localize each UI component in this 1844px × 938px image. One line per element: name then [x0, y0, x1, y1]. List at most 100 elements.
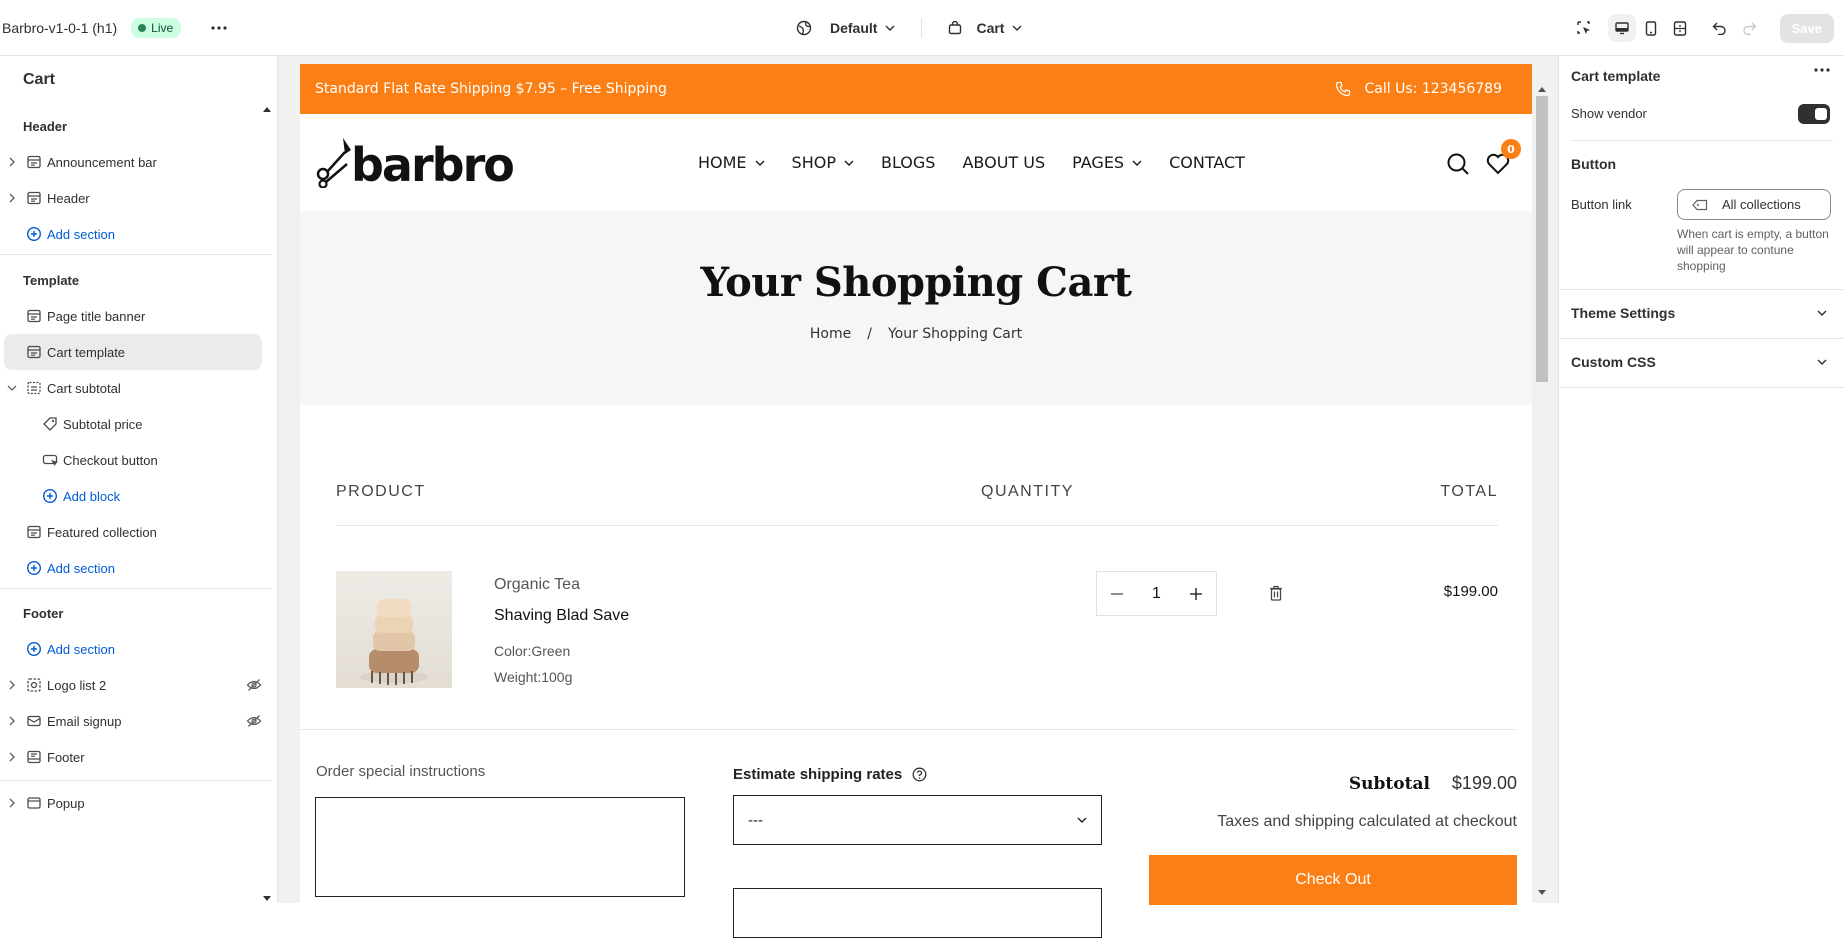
quantity-value[interactable]: 1 — [1152, 585, 1161, 603]
scroll-thumb[interactable] — [1536, 96, 1548, 382]
theme-select[interactable]: Default — [790, 12, 901, 44]
chevron-right-icon[interactable] — [6, 715, 18, 727]
chevron-right-icon[interactable] — [6, 679, 18, 691]
nav-label: ABOUT US — [962, 153, 1046, 172]
product-image[interactable] — [336, 571, 452, 688]
add-section-button[interactable]: Add section — [4, 216, 262, 252]
breadcrumb-home-link[interactable]: Home — [810, 326, 851, 342]
button-link-help: When cart is empty, a button will appear… — [1677, 227, 1829, 273]
chevron-down-icon — [1077, 817, 1087, 823]
preview-scrollbar[interactable] — [1534, 56, 1554, 903]
show-vendor-label: Show vendor — [1571, 106, 1647, 121]
sidebar-item-email-signup[interactable]: Email signup — [4, 703, 262, 739]
minus-icon[interactable] — [1111, 592, 1123, 595]
nav-label: PAGES — [1072, 153, 1125, 172]
button-block-icon — [42, 452, 58, 468]
main-nav: HOME SHOP BLOGS ABOUT US PAGES CONTACT — [698, 114, 1245, 211]
add-section-button[interactable]: Add section — [4, 550, 262, 586]
button-link-label: Button link — [1571, 197, 1632, 212]
redo-icon[interactable] — [1736, 14, 1764, 42]
fullscreen-icon[interactable] — [1666, 14, 1694, 42]
wishlist-count-badge: 0 — [1501, 139, 1521, 159]
chevron-right-icon[interactable] — [6, 192, 18, 204]
breadcrumb-separator: / — [867, 326, 872, 342]
quantity-stepper: 1 — [1096, 571, 1217, 616]
more-actions-icon[interactable] — [1814, 68, 1830, 72]
store-logo[interactable]: barbro — [315, 134, 515, 192]
block-item-checkout-button[interactable]: Checkout button — [4, 442, 262, 478]
page-title-banner: Your Shopping Cart Home / Your Shopping … — [300, 211, 1532, 405]
nav-item-pages[interactable]: PAGES — [1072, 153, 1142, 172]
wishlist-icon[interactable]: 0 — [1486, 139, 1521, 175]
sidebar-item-footer[interactable]: Footer — [4, 739, 262, 775]
more-actions-icon[interactable] — [205, 14, 233, 42]
button-link-picker[interactable]: All collections — [1677, 189, 1831, 220]
theme-settings-label: Theme Settings — [1571, 305, 1676, 321]
checkout-button[interactable]: Check Out — [1149, 855, 1517, 905]
hidden-eye-icon[interactable] — [246, 677, 262, 693]
section-icon — [26, 308, 42, 324]
sidebar-item-cart-template[interactable]: Cart template — [4, 334, 262, 370]
block-item-subtotal-price[interactable]: Subtotal price — [4, 406, 262, 442]
chevron-right-icon[interactable] — [6, 156, 18, 168]
save-button[interactable]: Save — [1779, 13, 1834, 43]
storefront-preview[interactable]: Standard Flat Rate Shipping $7.95 – Free… — [300, 64, 1532, 903]
breadcrumb-current: Your Shopping Cart — [887, 326, 1023, 342]
product-option-color: Color:Green — [494, 643, 571, 659]
nav-label: CONTACT — [1169, 153, 1245, 172]
mobile-view-icon[interactable] — [1637, 14, 1665, 42]
sidebar-item-announcement-bar[interactable]: Announcement bar — [4, 144, 262, 180]
sidebar-item-header[interactable]: Header — [4, 180, 262, 216]
chevron-right-icon[interactable] — [6, 751, 18, 763]
add-block-button[interactable]: Add block — [4, 478, 262, 514]
chevron-right-icon[interactable] — [6, 797, 18, 809]
globe-icon — [796, 20, 812, 36]
product-name[interactable]: Shaving Blad Save — [494, 607, 629, 625]
template-group: Template Page title banner Cart template… — [0, 262, 272, 586]
scroll-up-icon[interactable] — [1538, 86, 1546, 92]
page-select[interactable]: Cart — [942, 12, 1028, 44]
nav-item-about-us[interactable]: ABOUT US — [962, 153, 1045, 172]
sidebar-item-featured-collection[interactable]: Featured collection — [4, 514, 262, 550]
sidebar-item-label: Cart template — [47, 344, 126, 360]
add-section-button[interactable]: Add section — [4, 631, 262, 667]
show-vendor-toggle[interactable] — [1798, 104, 1830, 124]
chevron-down-icon[interactable] — [6, 382, 18, 394]
section-icon — [26, 344, 42, 360]
chevron-down-icon — [844, 160, 854, 166]
custom-css-accordion[interactable]: Custom CSS — [1559, 339, 1844, 387]
divider — [0, 780, 272, 781]
sidebar-item-popup[interactable]: Popup — [4, 785, 262, 821]
desktop-view-icon[interactable] — [1607, 14, 1636, 42]
group-label-header: Header — [23, 118, 68, 134]
link-tag-icon — [1692, 199, 1708, 211]
divider — [921, 18, 923, 38]
nav-item-blogs[interactable]: BLOGS — [881, 153, 935, 172]
scroll-down-icon[interactable] — [1538, 890, 1546, 896]
undo-icon[interactable] — [1706, 14, 1734, 42]
announcement-text: Standard Flat Rate Shipping $7.95 – Free… — [315, 81, 667, 97]
inspector-icon[interactable] — [1570, 14, 1598, 42]
email-icon — [26, 713, 42, 729]
sidebar-item-cart-subtotal[interactable]: Cart subtotal — [4, 370, 262, 406]
sidebar-item-logo-list-2[interactable]: Logo list 2 — [4, 667, 262, 703]
nav-item-home[interactable]: HOME — [698, 153, 765, 172]
logo-text: barbro — [351, 138, 515, 192]
theme-settings-accordion[interactable]: Theme Settings — [1559, 290, 1844, 338]
section-icon — [26, 749, 42, 765]
call-us[interactable]: Call Us: 123456789 — [1335, 81, 1502, 97]
divider — [336, 525, 1498, 526]
plus-icon[interactable] — [1190, 587, 1202, 600]
search-icon[interactable] — [1446, 152, 1470, 176]
shipping-country-select[interactable]: --- — [733, 795, 1102, 845]
order-notes-textarea[interactable] — [315, 797, 685, 897]
hidden-eye-icon[interactable] — [246, 713, 262, 729]
page-select-label: Cart — [976, 20, 1005, 36]
sidebar-item-label: Popup — [47, 795, 85, 811]
nav-item-shop[interactable]: SHOP — [792, 153, 854, 172]
shipping-province-select[interactable] — [733, 888, 1102, 938]
nav-item-contact[interactable]: CONTACT — [1169, 153, 1245, 172]
column-header-quantity: QUANTITY — [981, 483, 1074, 500]
trash-icon[interactable] — [1269, 585, 1283, 601]
sidebar-item-page-title-banner[interactable]: Page title banner — [4, 298, 262, 334]
